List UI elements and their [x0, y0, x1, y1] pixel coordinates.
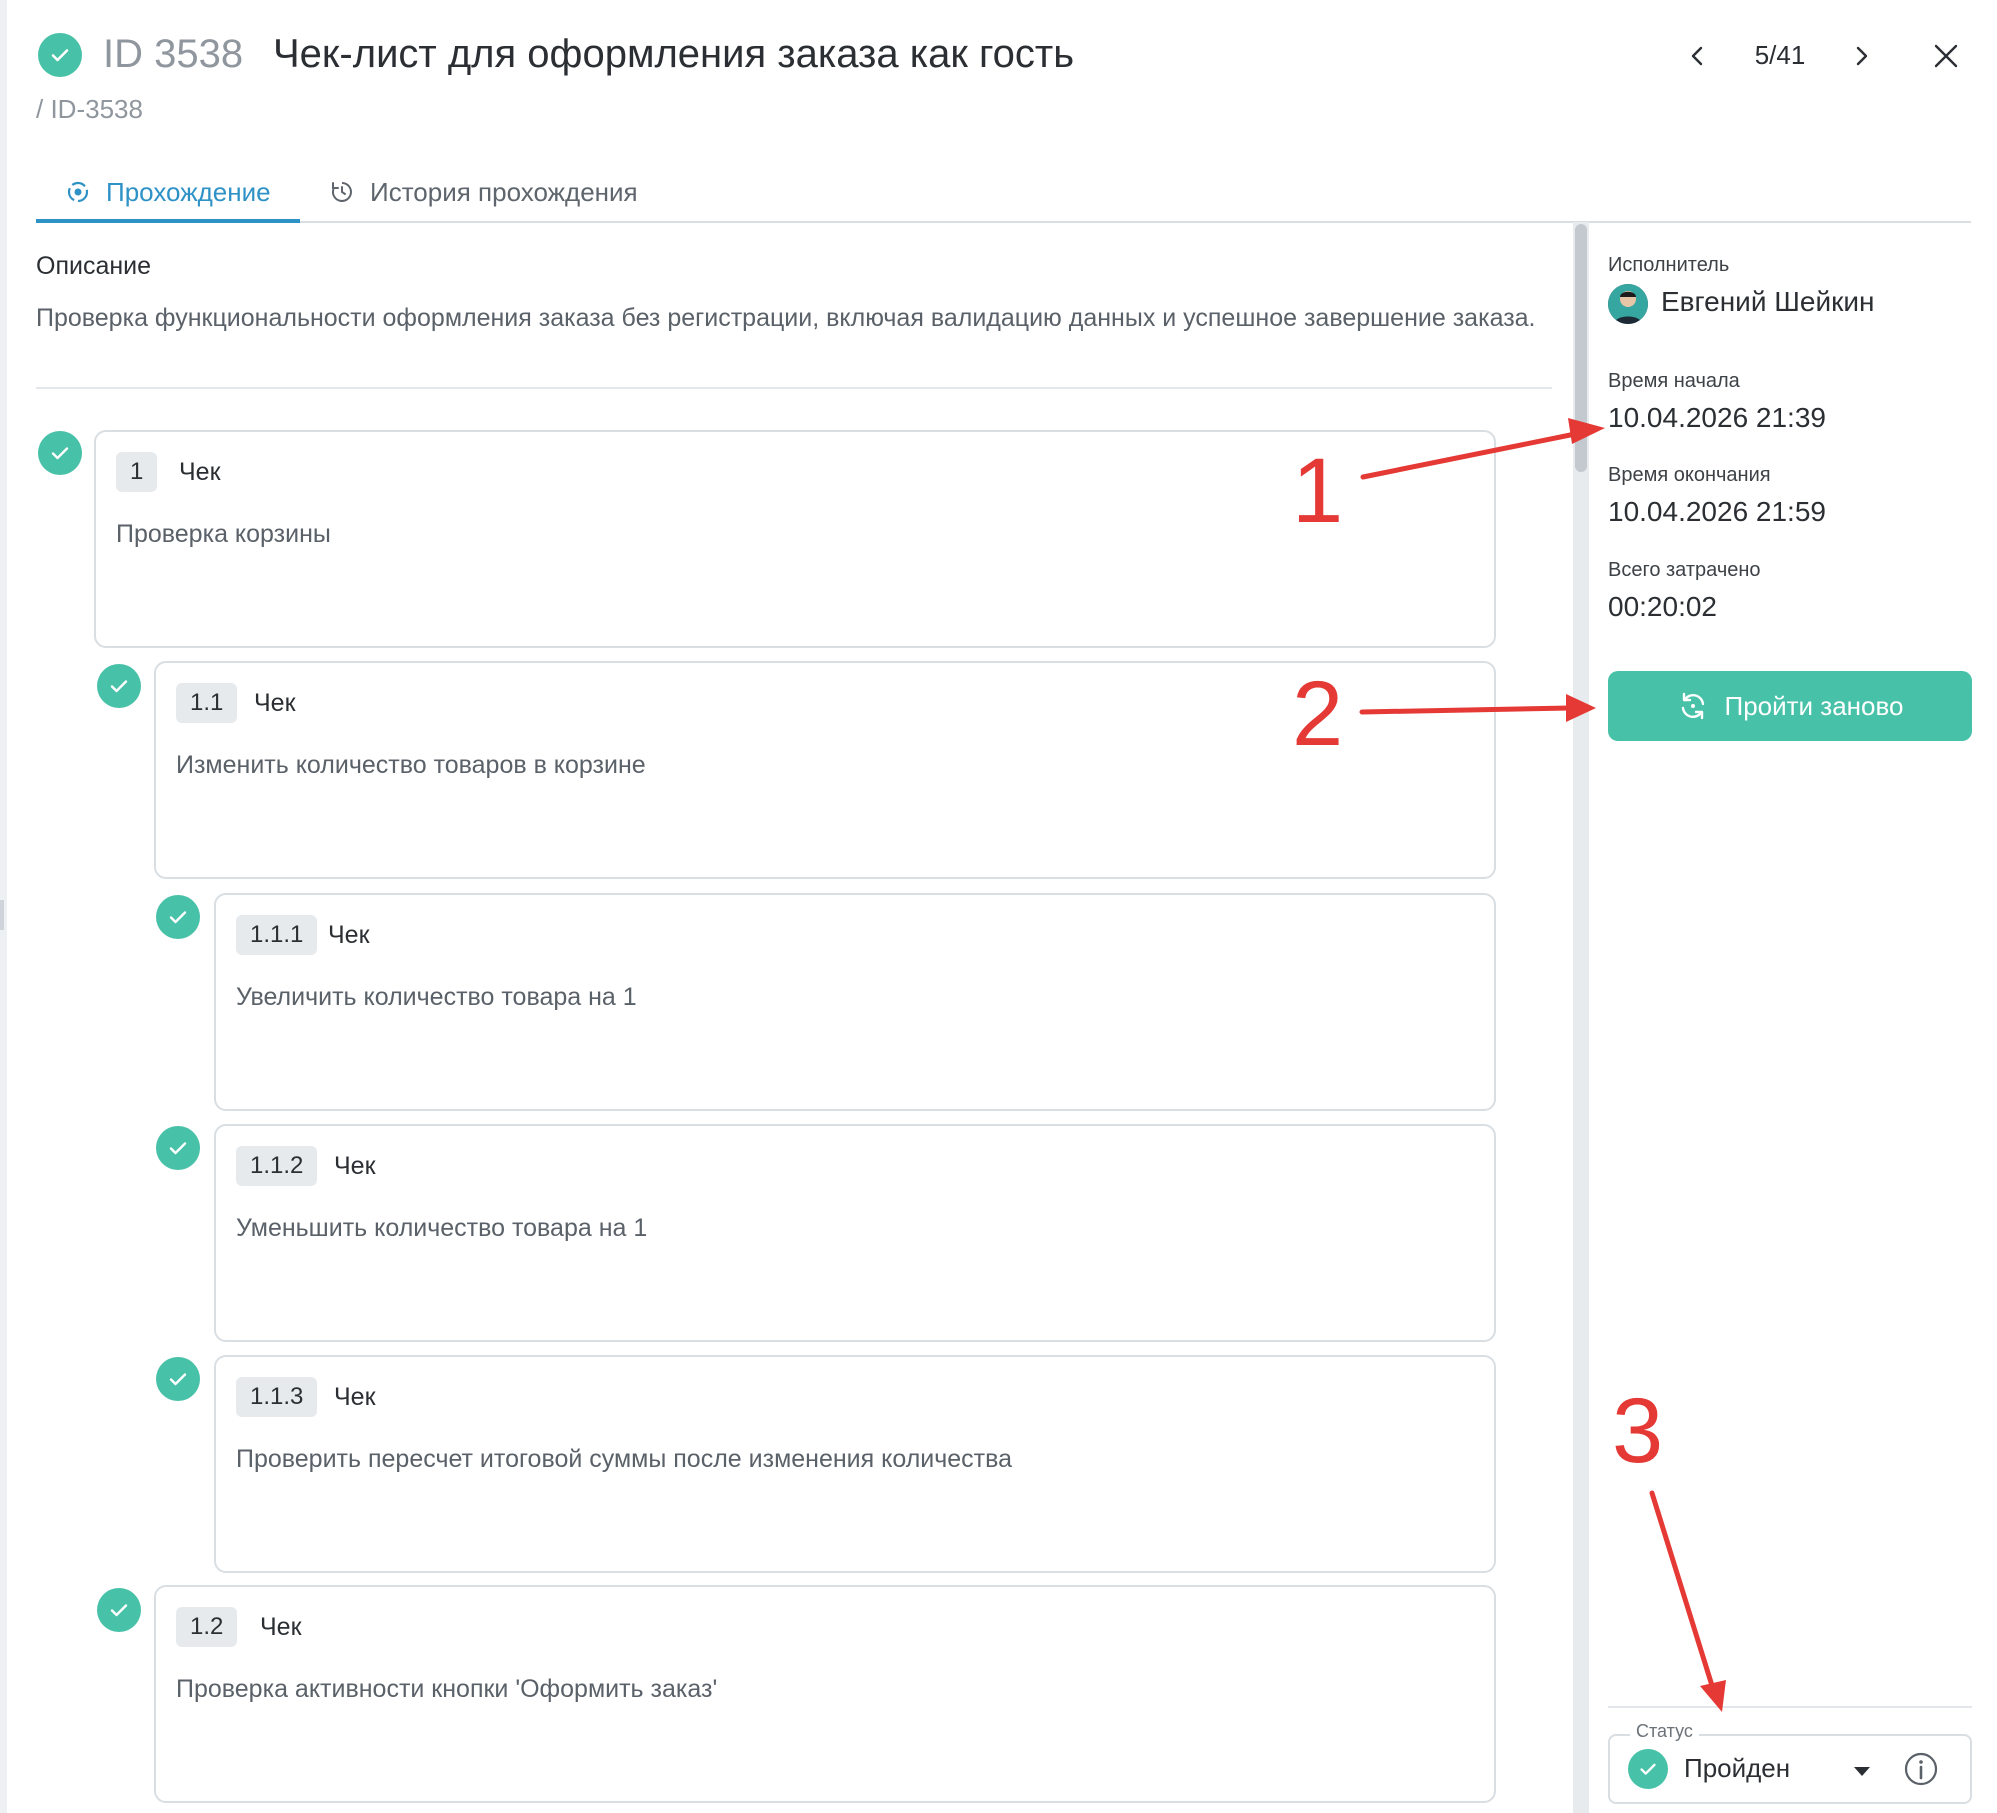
step-number: 1.1.3: [236, 1377, 318, 1417]
step-kind: Чек: [179, 458, 221, 486]
tab-label: Прохождение: [106, 176, 271, 207]
annotation-number: 2: [1292, 663, 1344, 765]
resize-handle[interactable]: [0, 900, 4, 930]
total-time-value: 00:20:02: [1608, 591, 1717, 622]
step-text: Проверка активности кнопки 'Оформить зак…: [176, 1675, 718, 1703]
step-text: Увеличить количество товара на 1: [236, 983, 637, 1011]
avatar: [1608, 284, 1648, 324]
step-kind: Чек: [260, 1613, 302, 1641]
step-passed-icon[interactable]: [38, 431, 82, 475]
passed-status-icon: [38, 33, 82, 77]
step-number: 1.1.2: [236, 1146, 318, 1186]
tabs-divider: [36, 221, 1971, 223]
chevron-right-icon: [1856, 46, 1868, 66]
tab-label: История прохождения: [370, 176, 638, 207]
step-text: Изменить количество товаров в корзине: [176, 751, 646, 779]
description-label: Описание: [36, 252, 152, 280]
step-number: 1.1: [176, 683, 238, 723]
step-text: Проверка корзины: [116, 520, 331, 548]
step-kind: Чек: [334, 1152, 376, 1180]
end-time-value: 10.04.2026 21:59: [1608, 496, 1826, 527]
status-label: Статус: [1630, 1721, 1699, 1742]
passed-status-icon: [1628, 1749, 1668, 1789]
step-kind: Чек: [328, 921, 370, 949]
close-icon: [1934, 44, 1958, 68]
history-icon: [328, 178, 356, 206]
tab-history[interactable]: История прохождения: [328, 162, 638, 222]
assignee-name[interactable]: Евгений Шейкин: [1661, 286, 1874, 318]
previous-button[interactable]: [1680, 38, 1716, 74]
end-time-label: Время окончания: [1608, 464, 1771, 486]
description-text: Проверка функциональности оформления зак…: [36, 304, 1536, 332]
total-time-label: Всего затрачено: [1608, 559, 1761, 581]
step-card[interactable]: 1.2 Чек Проверка активности кнопки 'Офор…: [154, 1585, 1496, 1803]
annotation-number: 3: [1612, 1380, 1664, 1482]
next-button[interactable]: [1843, 38, 1879, 74]
status-divider: [1608, 1706, 1972, 1708]
step-card[interactable]: 1.1.1 Чек Увеличить количество товара на…: [214, 893, 1496, 1111]
assignee-label: Исполнитель: [1608, 254, 1730, 276]
step-card[interactable]: 1 Чек Проверка корзины: [94, 430, 1496, 648]
step-passed-icon[interactable]: [156, 1357, 200, 1401]
description-divider: [36, 387, 1552, 389]
step-text: Уменьшить количество товара на 1: [236, 1214, 648, 1242]
start-time-label: Время начала: [1608, 370, 1740, 392]
retry-button-label: Пройти заново: [1724, 690, 1904, 721]
step-number: 1: [116, 452, 158, 492]
annotation-number: 1: [1292, 440, 1344, 542]
tab-run[interactable]: Прохождение: [64, 162, 271, 222]
step-number: 1.1.1: [236, 915, 318, 955]
pagination-counter: 5/41: [1754, 40, 1806, 70]
close-button[interactable]: [1926, 36, 1966, 76]
step-passed-icon[interactable]: [156, 895, 200, 939]
caret-down-icon[interactable]: [1851, 1760, 1873, 1782]
step-number: 1.2: [176, 1607, 238, 1647]
step-text: Проверить пересчет итоговой суммы после …: [236, 1445, 1013, 1473]
refresh-icon: [1677, 690, 1709, 722]
info-icon[interactable]: [1903, 1751, 1939, 1787]
step-card[interactable]: 1.1.2 Чек Уменьшить количество товара на…: [214, 1124, 1496, 1342]
step-passed-icon[interactable]: [97, 1588, 141, 1632]
step-kind: Чек: [334, 1383, 376, 1411]
scrollbar-thumb[interactable]: [1575, 224, 1587, 472]
retry-button[interactable]: Пройти заново: [1608, 671, 1972, 741]
step-card[interactable]: 1.1.3 Чек Проверить пересчет итоговой су…: [214, 1355, 1496, 1573]
checklist-id: ID 3538: [103, 32, 244, 76]
step-kind: Чек: [254, 689, 296, 717]
active-tab-indicator: [36, 219, 300, 223]
page-title: Чек-лист для оформления заказа как гость: [273, 32, 1075, 76]
breadcrumb[interactable]: / ID-3538: [36, 94, 143, 125]
chevron-left-icon: [1691, 46, 1703, 66]
run-icon: [64, 178, 92, 206]
step-passed-icon[interactable]: [97, 664, 141, 708]
step-passed-icon[interactable]: [156, 1126, 200, 1170]
start-time-value: 10.04.2026 21:39: [1608, 402, 1826, 433]
status-value[interactable]: Пройден: [1684, 1753, 1790, 1784]
